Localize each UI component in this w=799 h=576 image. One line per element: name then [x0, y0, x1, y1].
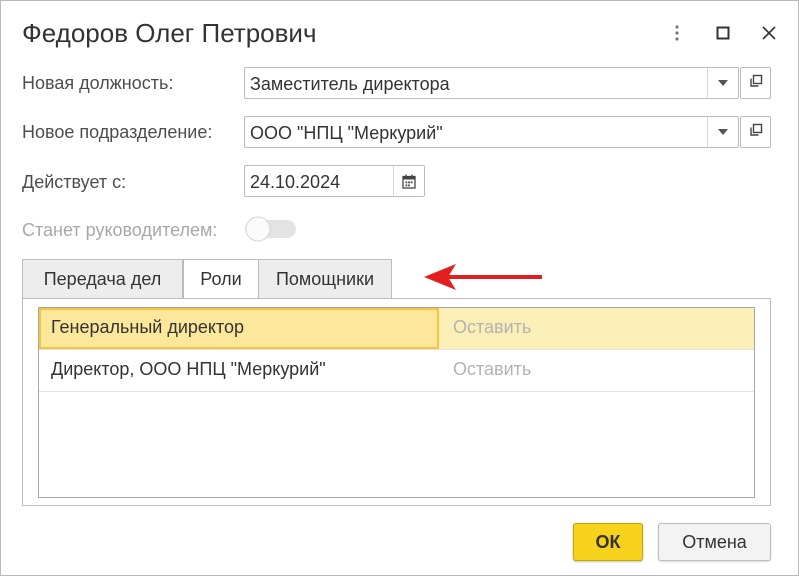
becomes-head-toggle[interactable] — [244, 216, 297, 242]
role-name: Директор, ООО НПЦ "Меркурий" — [51, 359, 326, 379]
role-name: Генеральный директор — [39, 308, 439, 349]
ok-button[interactable]: ОК — [573, 523, 643, 561]
becomes-head-label: Станет руководителем: — [22, 220, 218, 240]
roles-table: Генеральный директор Оставить Директор, … — [38, 307, 755, 498]
maximize-icon[interactable] — [713, 23, 733, 43]
effective-date-field[interactable]: 24.10.2024 — [244, 165, 425, 197]
cancel-button[interactable]: Отмена — [658, 523, 771, 561]
tab-handover[interactable]: Передача дел — [22, 259, 183, 298]
more-vertical-icon[interactable] — [667, 23, 687, 43]
role-action[interactable]: Оставить — [453, 359, 531, 380]
position-field[interactable]: Заместитель директора — [244, 67, 739, 99]
open-position-button[interactable] — [740, 67, 771, 99]
calendar-icon[interactable] — [393, 166, 424, 196]
tab-roles[interactable]: Роли — [183, 259, 259, 299]
chevron-down-icon[interactable] — [707, 68, 738, 98]
role-action[interactable]: Оставить — [453, 317, 531, 338]
effective-date-value: 24.10.2024 — [250, 172, 341, 192]
department-value: ООО "НПЦ "Меркурий" — [250, 123, 443, 143]
table-row[interactable]: Генеральный директор Оставить — [39, 308, 754, 350]
table-row[interactable]: Директор, ООО НПЦ "Меркурий" Оставить — [39, 350, 754, 392]
department-label: Новое подразделение: — [22, 122, 213, 142]
window-title: Федоров Олег Петрович — [22, 18, 317, 48]
department-field[interactable]: ООО "НПЦ "Меркурий" — [244, 116, 739, 148]
position-label: Новая должность: — [22, 73, 174, 93]
position-value: Заместитель директора — [250, 74, 450, 94]
chevron-down-icon[interactable] — [707, 117, 738, 147]
close-icon[interactable] — [759, 23, 779, 43]
effective-date-label: Действует с: — [22, 172, 127, 192]
roles-panel: Генеральный директор Оставить Директор, … — [22, 298, 771, 506]
open-in-new-icon — [749, 74, 763, 93]
open-department-button[interactable] — [740, 116, 771, 148]
tab-assistants[interactable]: Помощники — [258, 259, 392, 298]
annotation-arrow-icon — [422, 262, 544, 292]
dialog-window: Федоров Олег Петрович Новая должность: З… — [0, 0, 799, 576]
open-in-new-icon — [749, 123, 763, 142]
